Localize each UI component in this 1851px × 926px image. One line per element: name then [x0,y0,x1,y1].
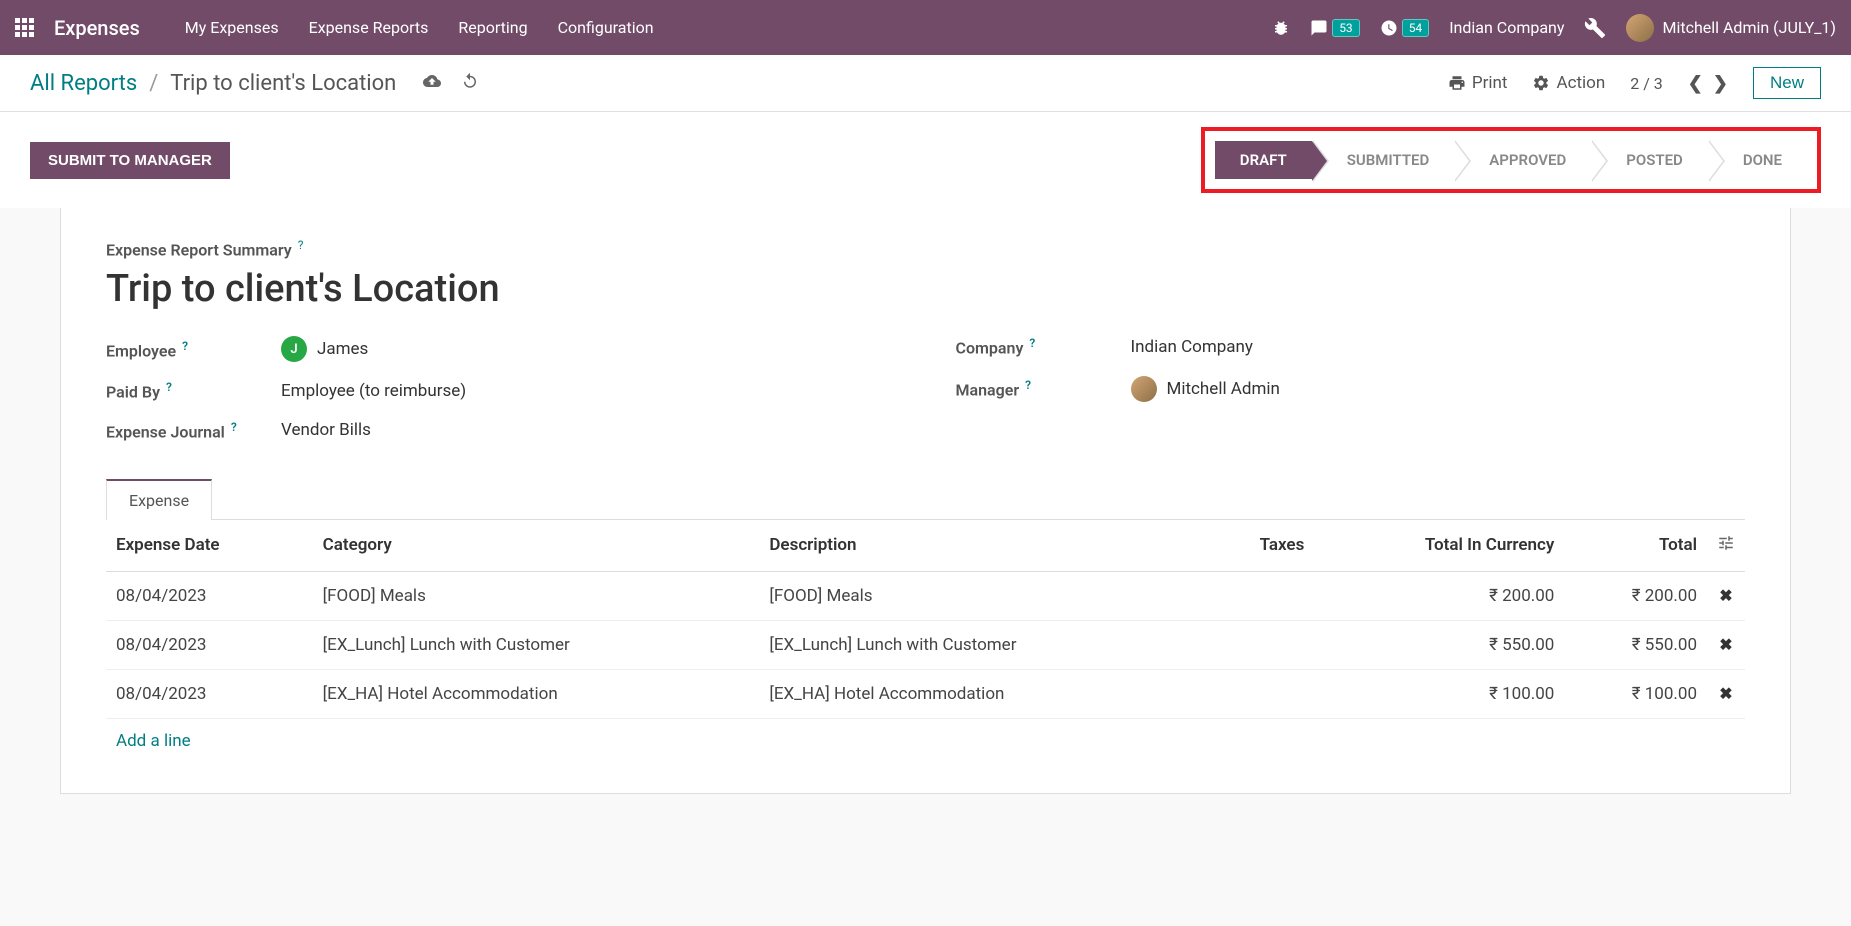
user-menu[interactable]: Mitchell Admin (JULY_1) [1626,14,1836,42]
debug-icon[interactable] [1272,19,1290,37]
help-icon[interactable]: ? [298,238,304,252]
cell-taxes[interactable] [1206,571,1314,620]
cell-date[interactable]: 08/04/2023 [106,669,313,718]
cell-total-currency[interactable]: ₹ 100.00 [1314,669,1564,718]
user-avatar [1626,14,1654,42]
employee-value[interactable]: James [317,339,368,359]
activities-badge: 54 [1402,19,1430,37]
delete-row-icon[interactable]: ✖ [1719,586,1732,605]
cell-description[interactable]: [EX_HA] Hotel Accommodation [759,669,1206,718]
company-label: Company [956,339,1024,358]
nav-reporting[interactable]: Reporting [458,18,527,37]
user-name: Mitchell Admin (JULY_1) [1662,18,1836,37]
paid-by-label: Paid By [106,383,160,402]
status-submitted[interactable]: SUBMITTED [1312,141,1455,179]
tab-expense[interactable]: Expense [106,479,212,520]
status-draft[interactable]: DRAFT [1215,141,1312,179]
help-icon[interactable]: ? [231,420,237,434]
status-steps: DRAFT SUBMITTED APPROVED POSTED DONE [1215,141,1807,179]
help-icon[interactable]: ? [1029,336,1035,350]
undo-icon[interactable] [461,71,479,96]
breadcrumb-row: All Reports / Trip to client's Location … [0,55,1851,112]
employee-avatar: J [281,336,307,362]
pager-text[interactable]: 2 / 3 [1630,74,1663,93]
report-title[interactable]: Trip to client's Location [106,267,1745,311]
summary-label: Expense Report Summary [106,240,292,259]
status-row: SUBMIT TO MANAGER DRAFT SUBMITTED APPROV… [0,112,1851,208]
col-total[interactable]: Total [1564,520,1707,572]
company-value[interactable]: Indian Company [1131,337,1253,357]
table-row[interactable]: 08/04/2023 [EX_Lunch] Lunch with Custome… [106,620,1745,669]
employee-label: Employee [106,341,176,360]
messages-icon[interactable]: 53 [1310,19,1360,37]
col-total-currency[interactable]: Total In Currency [1314,520,1564,572]
cell-category[interactable]: [EX_HA] Hotel Accommodation [313,669,760,718]
col-category[interactable]: Category [313,520,760,572]
submit-to-manager-button[interactable]: SUBMIT TO MANAGER [30,142,230,179]
manager-label: Manager [956,380,1020,399]
print-button[interactable]: Print [1448,73,1508,93]
column-settings-icon[interactable] [1717,537,1735,557]
form-sheet: Expense Report Summary ? Trip to client'… [60,208,1791,794]
table-row[interactable]: 08/04/2023 [EX_HA] Hotel Accommodation [… [106,669,1745,718]
cell-total[interactable]: ₹ 200.00 [1564,571,1707,620]
delete-row-icon[interactable]: ✖ [1719,684,1732,703]
new-button[interactable]: New [1753,67,1821,99]
activities-icon[interactable]: 54 [1380,19,1430,37]
delete-row-icon[interactable]: ✖ [1719,635,1732,654]
status-approved[interactable]: APPROVED [1454,141,1591,179]
breadcrumb-parent[interactable]: All Reports [30,71,137,96]
paid-by-value[interactable]: Employee (to reimburse) [281,381,466,401]
help-icon[interactable]: ? [1025,378,1031,392]
nav-my-expenses[interactable]: My Expenses [185,18,279,37]
app-brand[interactable]: Expenses [54,16,140,40]
status-posted[interactable]: POSTED [1591,141,1708,179]
company-selector[interactable]: Indian Company [1449,18,1564,37]
status-bar-highlight: DRAFT SUBMITTED APPROVED POSTED DONE [1201,127,1821,193]
cell-taxes[interactable] [1206,669,1314,718]
action-button[interactable]: Action [1532,73,1605,93]
table-row[interactable]: 08/04/2023 [FOOD] Meals [FOOD] Meals ₹ 2… [106,571,1745,620]
pager-prev-icon[interactable]: ❮ [1688,73,1703,94]
cell-taxes[interactable] [1206,620,1314,669]
breadcrumb-current: Trip to client's Location [170,71,396,96]
apps-icon[interactable] [15,18,34,37]
nav-configuration[interactable]: Configuration [558,18,654,37]
action-label: Action [1556,73,1605,93]
help-icon[interactable]: ? [182,339,188,353]
journal-label: Expense Journal [106,422,225,441]
col-description[interactable]: Description [759,520,1206,572]
cell-category[interactable]: [EX_Lunch] Lunch with Customer [313,620,760,669]
cell-date[interactable]: 08/04/2023 [106,620,313,669]
cloud-upload-icon[interactable] [423,71,441,96]
cell-description[interactable]: [FOOD] Meals [759,571,1206,620]
cell-total-currency[interactable]: ₹ 550.00 [1314,620,1564,669]
journal-value[interactable]: Vendor Bills [281,420,371,440]
help-icon[interactable]: ? [166,380,172,394]
cell-date[interactable]: 08/04/2023 [106,571,313,620]
cell-total[interactable]: ₹ 100.00 [1564,669,1707,718]
cell-total[interactable]: ₹ 550.00 [1564,620,1707,669]
tools-icon[interactable] [1584,17,1606,39]
expense-table: Expense Date Category Description Taxes … [106,520,1745,719]
add-line-link[interactable]: Add a line [106,719,1745,763]
cell-total-currency[interactable]: ₹ 200.00 [1314,571,1564,620]
cell-category[interactable]: [FOOD] Meals [313,571,760,620]
col-date[interactable]: Expense Date [106,520,313,572]
breadcrumb-separator: / [149,71,158,96]
manager-value[interactable]: Mitchell Admin [1167,379,1280,399]
nav-expense-reports[interactable]: Expense Reports [309,18,429,37]
messages-badge: 53 [1332,19,1360,37]
manager-avatar [1131,376,1157,402]
top-navbar: Expenses My Expenses Expense Reports Rep… [0,0,1851,55]
pager-next-icon[interactable]: ❯ [1713,73,1728,94]
cell-description[interactable]: [EX_Lunch] Lunch with Customer [759,620,1206,669]
print-label: Print [1472,73,1508,93]
col-taxes[interactable]: Taxes [1206,520,1314,572]
